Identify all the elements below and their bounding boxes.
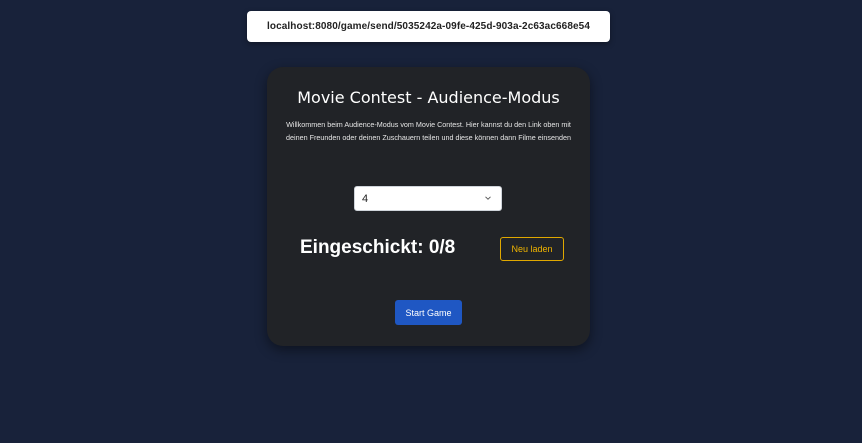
audience-mode-card: Movie Contest - Audience-Modus Willkomme… bbox=[267, 67, 590, 346]
submitted-counter: Eingeschickt: 0/8 bbox=[300, 237, 456, 258]
reload-button[interactable]: Neu laden bbox=[500, 237, 564, 261]
start-game-button[interactable]: Start Game bbox=[395, 300, 462, 325]
description-text: Willkommen beim Audience-Modus vom Movie… bbox=[286, 120, 571, 142]
count-select-value: 4 bbox=[362, 192, 369, 205]
page-title: Movie Contest - Audience-Modus bbox=[297, 88, 560, 107]
chevron-down-icon bbox=[485, 196, 491, 200]
count-select[interactable]: 4 bbox=[354, 186, 502, 211]
game-link-box[interactable]: localhost:8080/game/send/5035242a-09fe-4… bbox=[247, 11, 610, 42]
